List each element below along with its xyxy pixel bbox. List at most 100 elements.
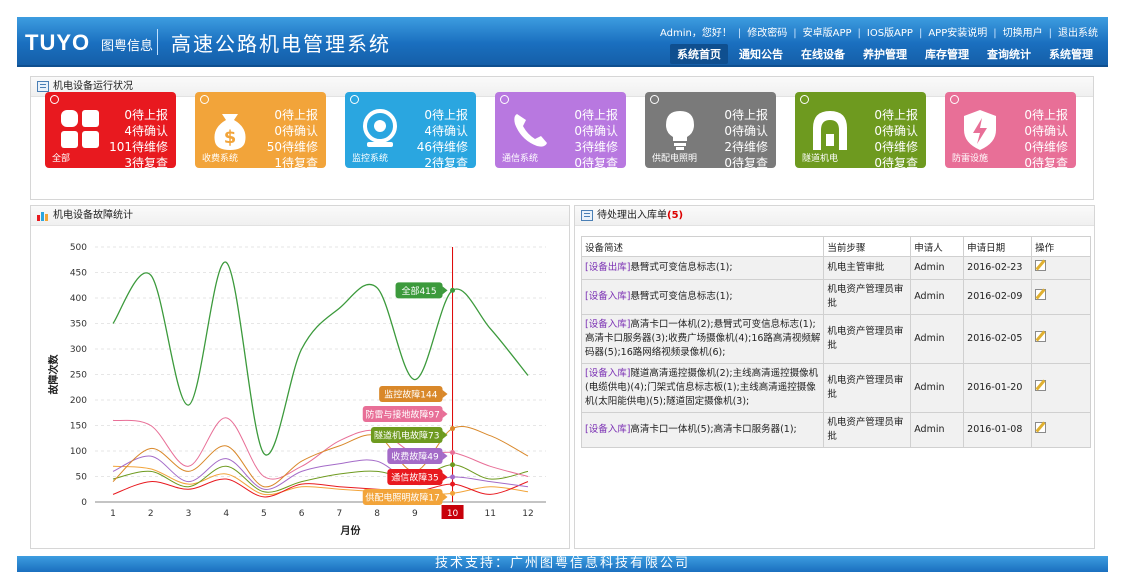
nav-item-5[interactable]: 查询统计 [980, 44, 1038, 64]
y-tick-label: 350 [70, 320, 87, 330]
series-line-3 [112, 464, 529, 493]
status-stat[interactable]: 0待复查 [724, 155, 768, 171]
cell-date: 2016-02-09 [963, 279, 1033, 315]
top-link-4[interactable]: APP安装说明 [928, 28, 987, 39]
y-tick-label: 450 [70, 269, 87, 279]
highlight-point [450, 450, 456, 456]
status-stat[interactable]: 0待确认 [574, 123, 618, 139]
status-card-0[interactable]: 全部 0待上报 4待确认 101待维修 3待复查 [45, 92, 176, 171]
device-summary-cell: [设备出库]悬臂式可变信息标志(1); [580, 256, 825, 280]
y-tick-label: 500 [70, 243, 87, 253]
tooltip-label: 收费故障49 [391, 451, 439, 463]
request-type-link[interactable]: [设备出库] [585, 262, 630, 273]
status-card-stats: 0待上报 0待确认 3待维修 0待复查 [574, 107, 618, 171]
status-card-name: 监控系统 [352, 154, 389, 164]
status-stat[interactable]: 0待上报 [1024, 107, 1068, 123]
x-tick-label: 6 [299, 509, 305, 519]
x-tick-label: 8 [374, 509, 380, 519]
status-stat[interactable]: 0待确认 [1024, 123, 1068, 139]
status-card-3[interactable]: 通信系统 0待上报 0待确认 3待维修 0待复查 [495, 92, 626, 171]
status-stat[interactable]: 101待维修 [109, 139, 168, 155]
edit-icon[interactable] [1035, 331, 1047, 342]
status-stat[interactable]: 1待复查 [267, 155, 318, 171]
nav-item-4[interactable]: 库存管理 [918, 44, 976, 64]
camera-icon [357, 106, 403, 152]
status-card-stats: 0待上报 4待确认 46待维修 2待复查 [417, 107, 468, 171]
edit-icon[interactable] [1035, 380, 1047, 391]
nav-item-3[interactable]: 养护管理 [856, 44, 914, 64]
status-stat[interactable]: 2待复查 [417, 155, 468, 171]
edit-icon[interactable] [1035, 260, 1047, 271]
status-stat[interactable]: 0待维修 [874, 139, 918, 155]
status-stat[interactable]: 3待复查 [109, 155, 168, 171]
series-line-6 [112, 465, 529, 496]
request-panel-title: 待处理出入库单 [597, 210, 667, 221]
request-type-link[interactable]: [设备入库] [585, 319, 630, 330]
status-card-stats: 0待上报 0待确认 50待维修 1待复查 [267, 107, 318, 171]
nav-item-0[interactable]: 系统首页 [670, 44, 728, 64]
column-header: 设备简述 [580, 236, 825, 257]
status-stat[interactable]: 0待复查 [1024, 155, 1068, 171]
top-link-1[interactable]: 修改密码 [747, 28, 787, 39]
status-card-2[interactable]: 监控系统 0待上报 4待确认 46待维修 2待复查 [345, 92, 476, 171]
top-link-3[interactable]: IOS版APP [867, 28, 913, 39]
logo: TUYO [25, 30, 91, 55]
request-type-link[interactable]: [设备入库] [585, 291, 630, 302]
status-stat[interactable]: 2待维修 [724, 139, 768, 155]
status-stat[interactable]: 0待上报 [874, 107, 918, 123]
x-tick-label: 7 [336, 509, 342, 519]
status-stat[interactable]: 46待维修 [417, 139, 468, 155]
status-stat[interactable]: 0待确认 [874, 123, 918, 139]
edit-icon[interactable] [1035, 422, 1047, 433]
status-stat[interactable]: 0待上报 [574, 107, 618, 123]
y-axis-label: 故障次数 [47, 354, 60, 395]
x-tick-label: 4 [223, 509, 229, 519]
status-stat[interactable]: 0待复查 [574, 155, 618, 171]
x-tick-label: 9 [412, 509, 418, 519]
tooltip-label: 通信故障35 [391, 472, 438, 484]
top-link-2[interactable]: 安卓版APP [803, 28, 852, 39]
highlight-point [450, 481, 456, 487]
cell-applicant: Admin [910, 363, 965, 413]
status-stat[interactable]: 3待维修 [574, 139, 618, 155]
status-card-4[interactable]: 供配电照明 0待上报 0待确认 2待维修 0待复查 [645, 92, 776, 171]
status-stat[interactable]: 0待复查 [874, 155, 918, 171]
cell-step: 机电主管审批 [823, 256, 912, 280]
y-tick-label: 300 [70, 345, 87, 355]
y-tick-label: 150 [70, 422, 87, 432]
nav-item-2[interactable]: 在线设备 [794, 44, 852, 64]
status-stat[interactable]: 0待上报 [267, 107, 318, 123]
status-stat[interactable]: 0待上报 [109, 107, 168, 123]
status-card-6[interactable]: 防雷设施 0待上报 0待确认 0待维修 0待复查 [945, 92, 1076, 171]
status-stat[interactable]: 0待确认 [267, 123, 318, 139]
request-panel-header: 待处理出入库单(5) [575, 206, 1094, 226]
status-stat[interactable]: 0待上报 [724, 107, 768, 123]
status-card-1[interactable]: $ 收费系统 0待上报 0待确认 50待维修 1待复查 [195, 92, 326, 171]
status-stat[interactable]: 50待维修 [267, 139, 318, 155]
clock-icon [800, 95, 809, 104]
top-link-5[interactable]: 切换用户 [1003, 28, 1043, 39]
column-header: 申请日期 [963, 236, 1033, 257]
status-card-5[interactable]: 隧道机电 0待上报 0待确认 0待维修 0待复查 [795, 92, 926, 171]
edit-icon[interactable] [1035, 289, 1047, 300]
request-count: (5) [667, 210, 684, 221]
status-stat[interactable]: 0待确认 [724, 123, 768, 139]
status-stat[interactable]: 4待确认 [417, 123, 468, 139]
status-stat[interactable]: 4待确认 [109, 123, 168, 139]
nav-item-6[interactable]: 系统管理 [1042, 44, 1100, 64]
request-type-link[interactable]: [设备入库] [585, 424, 630, 435]
cell-step: 机电资产管理员审批 [823, 363, 912, 413]
link-separator: | [857, 28, 861, 39]
nav-item-1[interactable]: 通知公告 [732, 44, 790, 64]
clock-icon [50, 95, 59, 104]
status-card-name: 通信系统 [502, 154, 539, 164]
request-type-link[interactable]: [设备入库] [585, 368, 630, 379]
status-stat[interactable]: 0待维修 [1024, 139, 1068, 155]
top-link-6[interactable]: 退出系统 [1058, 28, 1098, 39]
column-header: 操作 [1031, 236, 1091, 257]
device-summary-cell: [设备入库]隧道高清遥控摄像机(2);主线高清遥控摄像机(电缆供电)(4);门架… [580, 363, 825, 413]
bulb-icon [657, 106, 703, 152]
cell-date: 2016-02-05 [963, 314, 1033, 364]
status-stat[interactable]: 0待上报 [417, 107, 468, 123]
column-header: 当前步骤 [823, 236, 912, 257]
